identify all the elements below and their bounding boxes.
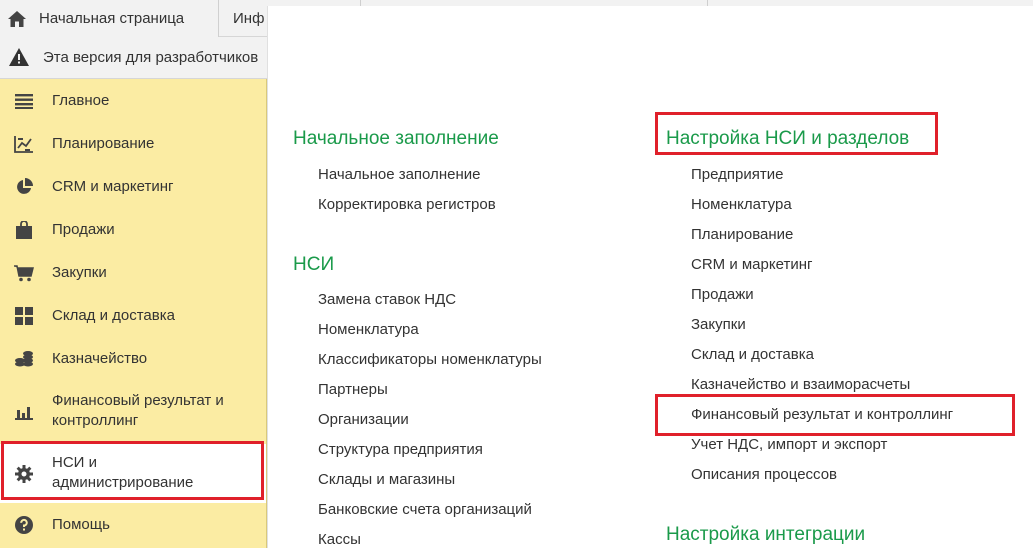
bar-chart-icon [13,401,35,423]
sidebar-item-planning[interactable]: Планирование [0,122,266,165]
cart-icon [13,262,35,284]
link-settings-warehouse[interactable]: Склад и доставка [691,346,814,363]
sidebar-item-financial-result[interactable]: Финансовый результат и контроллинг [0,380,266,444]
sidebar-item-sales[interactable]: Продажи [0,208,266,251]
pie-chart-icon [13,176,35,198]
coins-icon [13,348,35,370]
link-initial-fill[interactable]: Начальное заполнение [318,166,480,183]
link-settings-vat-import-export[interactable]: Учет НДС, импорт и экспорт [691,436,887,453]
sidebar-item-purchases[interactable]: Закупки [0,251,266,294]
sidebar-item-label: НСИ и администрирование [52,453,193,493]
sidebar-item-label: Склад и доставка [52,306,175,324]
link-settings-process-descriptions[interactable]: Описания процессов [691,466,837,483]
link-vat-rate-replace[interactable]: Замена ставок НДС [318,291,456,308]
sections-sidebar: Главное Планирование CRM и маркетинг Про… [0,79,267,548]
sidebar-item-label: Продажи [52,220,115,238]
link-bank-accounts[interactable]: Банковские счета организаций [318,501,532,518]
sidebar-item-label: Планирование [52,134,155,152]
link-register-correction[interactable]: Корректировка регистров [318,196,496,213]
section-title-initial-fill: Начальное заполнение [293,128,499,149]
section-panel: Начальное заполнение Начальное заполнени… [267,6,1033,548]
sidebar-item-label: Закупки [52,263,107,281]
sidebar-item-treasury[interactable]: Казначейство [0,337,266,380]
link-warehouses-stores[interactable]: Склады и магазины [318,471,455,488]
link-cash-desks[interactable]: Кассы [318,531,361,548]
link-nomenclature-classifiers[interactable]: Классификаторы номенклатуры [318,351,542,368]
tab-info-label: Инф [233,10,265,27]
sidebar-item-label-line1: Финансовый результат и [52,392,224,409]
link-settings-financial-result[interactable]: Финансовый результат и контроллинг [691,406,953,423]
sidebar-item-label-line2: контроллинг [52,412,139,429]
sidebar-item-crm[interactable]: CRM и маркетинг [0,165,266,208]
sidebar-item-label: Помощь [52,515,110,533]
sidebar-item-help[interactable]: Помощь [0,503,266,546]
section-title-integration-settings: Настройка интеграции [666,524,866,545]
tab-home[interactable]: Начальная страница [0,0,219,37]
help-icon [13,514,35,536]
warning-icon [9,47,29,68]
developer-warning-bar: Эта версия для разработчиков [0,37,280,79]
sidebar-item-label-line2: администрирование [52,474,194,491]
link-settings-treasury[interactable]: Казначейство и взаиморасчеты [691,376,910,393]
link-organizations[interactable]: Организации [318,411,409,428]
shopping-bag-icon [13,219,35,241]
section-title-nsi: НСИ [293,254,335,275]
section-title-nsi-settings: Настройка НСИ и разделов [666,128,910,149]
list-icon [13,90,35,112]
link-settings-nomenclature[interactable]: Номенклатура [691,196,792,213]
sidebar-item-label: CRM и маркетинг [52,177,174,195]
sidebar-item-main[interactable]: Главное [0,79,266,122]
link-nomenclature[interactable]: Номенклатура [318,321,419,338]
link-enterprise-structure[interactable]: Структура предприятия [318,441,483,458]
sidebar-item-label: Казначейство [52,349,148,367]
link-partners[interactable]: Партнеры [318,381,388,398]
link-settings-crm[interactable]: CRM и маркетинг [691,256,812,273]
warehouse-grid-icon [13,305,35,327]
gear-icon [13,463,35,485]
link-settings-enterprise[interactable]: Предприятие [691,166,783,183]
home-icon [8,10,26,28]
link-settings-planning[interactable]: Планирование [691,226,793,243]
sidebar-item-label-line1: НСИ и [52,454,97,471]
sidebar-item-warehouse[interactable]: Склад и доставка [0,294,266,337]
sidebar-item-admin[interactable]: НСИ и администрирование [0,444,266,503]
link-settings-sales[interactable]: Продажи [691,286,754,303]
link-settings-purchases[interactable]: Закупки [691,316,746,333]
tab-home-label: Начальная страница [39,10,185,27]
sidebar-item-label: Главное [52,91,110,109]
chart-planning-icon [13,133,35,155]
sidebar-item-label: Финансовый результат и контроллинг [52,391,224,431]
warning-text: Эта версия для разработчиков [43,49,259,66]
